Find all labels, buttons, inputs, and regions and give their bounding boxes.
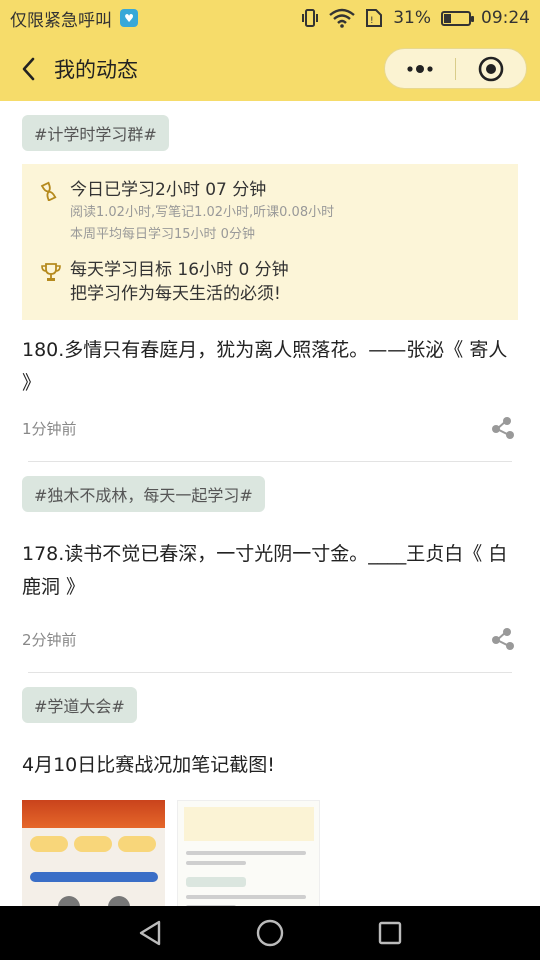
carrier-text: 仅限紧急呼叫 xyxy=(10,10,112,31)
study-summary-card: 今日已学习2小时 07 分钟 阅读1.02小时,写笔记1.02小时,听课0.08… xyxy=(22,164,518,320)
mini-program-capsule xyxy=(384,48,527,89)
system-nav-bar xyxy=(0,906,540,960)
back-triangle-icon xyxy=(139,920,161,946)
post-content: 180.多情只有春庭月，犹为离人照落花。——张泌《 寄人 》 xyxy=(22,339,508,394)
home-circle-icon xyxy=(256,919,284,947)
post-content: 4月10日比赛战况加笔记截图! xyxy=(22,754,275,776)
svg-text:!: ! xyxy=(370,16,374,26)
post-image-thumbnail[interactable] xyxy=(177,800,320,906)
topic-tag[interactable]: #计学时学习群# xyxy=(22,115,169,151)
target-circle-icon xyxy=(478,56,504,81)
battery-percent: 31% xyxy=(393,8,431,28)
recents-square-icon xyxy=(378,921,402,945)
study-goal-text: 每天学习目标 16小时 0 分钟 xyxy=(70,260,289,280)
wifi-icon xyxy=(329,8,355,28)
study-goal-row: 每天学习目标 16小时 0 分钟 把学习作为每天生活的必须! xyxy=(40,258,500,306)
post-time: 1分钟前 xyxy=(22,419,77,438)
study-motto-text: 把学习作为每天生活的必须! xyxy=(70,284,281,304)
hourglass-icon xyxy=(40,178,70,246)
post-image-thumbnail[interactable] xyxy=(22,800,165,906)
feed-post: #学道大会# 4月10日比赛战况加笔记截图! xyxy=(0,687,540,906)
sim-icon: ! xyxy=(366,9,383,27)
topic-tag[interactable]: #独木不成林，每天一起学习# xyxy=(22,476,265,512)
post-content: 178.读书不觉已春深，一寸光阴一寸金。____王贞白《 白鹿洞 》 xyxy=(22,543,508,598)
close-mini-program-button[interactable] xyxy=(456,49,526,88)
clock: 09:24 xyxy=(481,8,530,28)
post-meta: 1分钟前 xyxy=(22,413,518,443)
trophy-icon xyxy=(40,258,70,306)
status-bar: 仅限紧急呼叫 ♥ ! 31% 09:24 xyxy=(0,0,540,36)
study-breakdown-text: 阅读1.02小时,写笔记1.02小时,听课0.08小时 xyxy=(70,205,335,220)
share-icon xyxy=(492,417,514,439)
page-title: 我的动态 xyxy=(54,57,138,82)
feed-post: #计学时学习群# 今日已学习2小时 07 分钟 阅读1.02小时,写笔记1.02… xyxy=(0,101,540,462)
post-divider xyxy=(28,461,512,462)
topic-tag[interactable]: #学道大会# xyxy=(22,687,137,723)
nav-home-button[interactable] xyxy=(250,913,290,953)
post-image-grid xyxy=(22,800,518,906)
more-dots-icon xyxy=(407,64,433,73)
share-icon xyxy=(492,628,514,650)
feed-list[interactable]: #计学时学习群# 今日已学习2小时 07 分钟 阅读1.02小时,写笔记1.02… xyxy=(0,101,540,906)
back-button[interactable] xyxy=(6,46,52,92)
post-meta: 2分钟前 xyxy=(22,624,518,654)
battery-icon xyxy=(441,10,474,26)
more-button[interactable] xyxy=(385,49,455,88)
nav-recents-button[interactable] xyxy=(370,913,410,953)
battery-level xyxy=(444,13,451,23)
nav-back-button[interactable] xyxy=(130,913,170,953)
chevron-left-icon xyxy=(22,57,35,80)
post-time: 2分钟前 xyxy=(22,630,77,649)
post-divider xyxy=(28,672,512,673)
study-weekly-average-text: 本周平均每日学习15小时 0分钟 xyxy=(70,227,255,242)
title-bar: 我的动态 xyxy=(0,36,540,101)
study-today-row: 今日已学习2小时 07 分钟 阅读1.02小时,写笔记1.02小时,听课0.08… xyxy=(40,178,500,246)
study-today-text: 今日已学习2小时 07 分钟 xyxy=(70,180,267,200)
feed-post: #独木不成林，每天一起学习# 178.读书不觉已春深，一寸光阴一寸金。____王… xyxy=(0,476,540,673)
app-notification-icon: ♥ xyxy=(120,9,138,27)
status-icons: ! 31% 09:24 xyxy=(301,8,530,28)
share-button[interactable] xyxy=(488,413,518,443)
share-button[interactable] xyxy=(488,624,518,654)
vibrate-icon xyxy=(302,9,319,27)
